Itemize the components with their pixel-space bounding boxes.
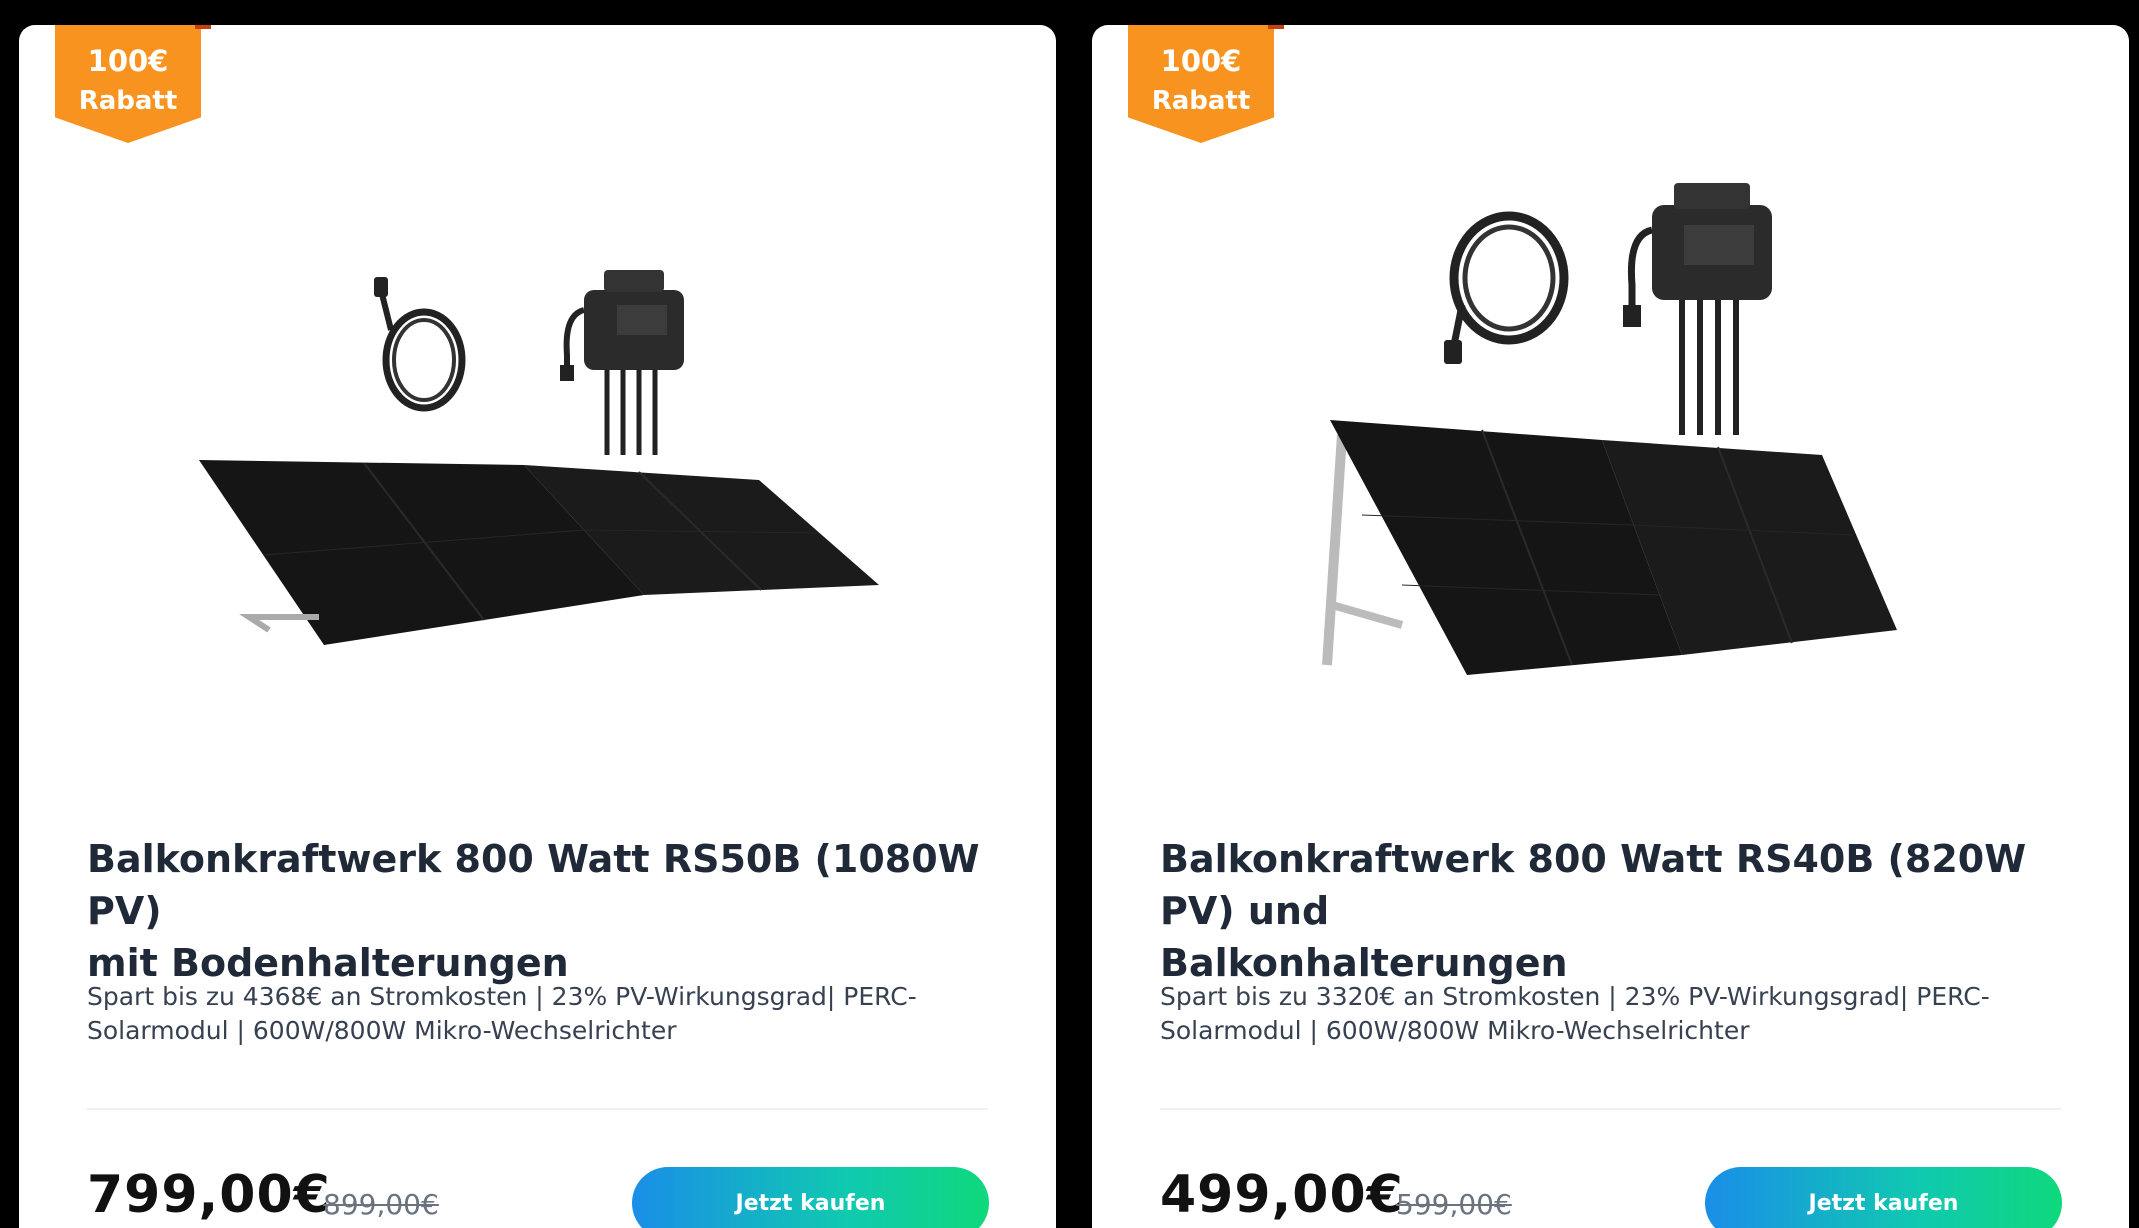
current-price: 799,00€ bbox=[87, 1165, 331, 1225]
solar-kit-ground-mount-image bbox=[199, 270, 879, 645]
current-price: 499,00€ bbox=[1160, 1165, 1404, 1225]
discount-amount: 100€ bbox=[87, 44, 169, 78]
product-image-rs40b[interactable] bbox=[1092, 135, 2129, 755]
divider bbox=[87, 1108, 988, 1110]
product-image-rs50b[interactable] bbox=[19, 135, 1056, 755]
micro-inverter-icon bbox=[1623, 183, 1772, 435]
discount-amount: 100€ bbox=[1160, 44, 1242, 78]
product-title[interactable]: Balkonkraftwerk 800 Watt RS50B (1080W PV… bbox=[87, 833, 1007, 989]
badge-corner bbox=[195, 25, 211, 29]
product-title[interactable]: Balkonkraftwerk 800 Watt RS40B (820W PV)… bbox=[1160, 833, 2080, 989]
original-price: 899,00€ bbox=[323, 1188, 439, 1221]
discount-label: Rabatt bbox=[78, 86, 178, 116]
buy-now-button[interactable]: Jetzt kaufen bbox=[1705, 1167, 2062, 1228]
product-title-line: Balkonkraftwerk 800 Watt RS50B (1080W PV… bbox=[87, 837, 980, 933]
buy-now-button[interactable]: Jetzt kaufen bbox=[632, 1167, 989, 1228]
product-grid: 100€ Rabatt Balkonkraftwerk 800 Watt RS5… bbox=[0, 0, 2139, 1228]
product-card-rs50b[interactable]: 100€ Rabatt Balkonkraftwerk 800 Watt RS5… bbox=[19, 25, 1056, 1228]
solar-panels-icon bbox=[199, 460, 879, 645]
product-description-line: Spart bis zu 4368€ an Stromkosten | 23% … bbox=[87, 982, 917, 1011]
cable-coil-icon bbox=[374, 277, 466, 412]
product-description-line: Solarmodul | 600W/800W Mikro-Wechselrich… bbox=[87, 1016, 677, 1045]
product-description: Spart bis zu 4368€ an Stromkosten | 23% … bbox=[87, 980, 967, 1048]
discount-badge: 100€ Rabatt bbox=[1128, 25, 1274, 143]
discount-badge: 100€ Rabatt bbox=[55, 25, 201, 143]
solar-panels-icon bbox=[1322, 420, 1897, 675]
cable-coil-icon bbox=[1444, 211, 1569, 364]
discount-label: Rabatt bbox=[1151, 86, 1251, 116]
product-description: Spart bis zu 3320€ an Stromkosten | 23% … bbox=[1160, 980, 2040, 1048]
badge-corner bbox=[1268, 25, 1284, 29]
product-card-rs40b[interactable]: 100€ Rabatt Balkonkraftwerk 800 Watt RS4… bbox=[1092, 25, 2129, 1228]
product-description-line: Spart bis zu 3320€ an Stromkosten | 23% … bbox=[1160, 982, 1990, 1011]
micro-inverter-icon bbox=[560, 270, 684, 455]
product-title-line: Balkonkraftwerk 800 Watt RS40B (820W PV)… bbox=[1160, 837, 2027, 933]
divider bbox=[1160, 1108, 2061, 1110]
solar-kit-balcony-mount-image bbox=[1322, 183, 1897, 675]
original-price: 599,00€ bbox=[1396, 1188, 1512, 1221]
product-description-line: Solarmodul | 600W/800W Mikro-Wechselrich… bbox=[1160, 1016, 1750, 1045]
